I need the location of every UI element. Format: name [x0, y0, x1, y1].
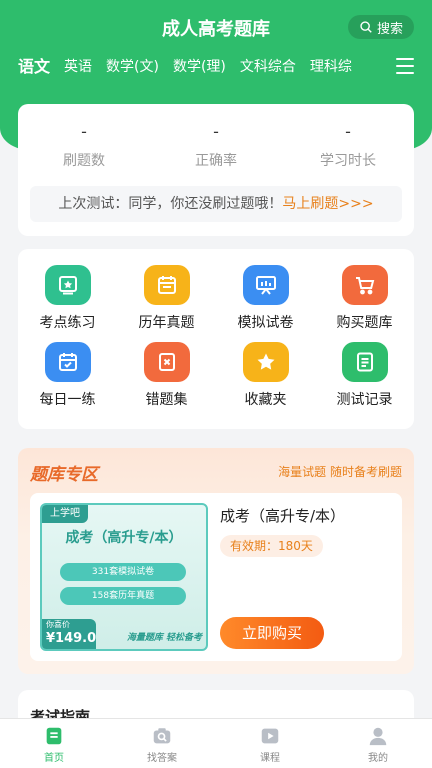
grid-label: 每日一练 [39, 392, 96, 408]
error-box-icon [143, 342, 190, 382]
calendar-check-icon [44, 342, 91, 382]
stat-label: 正确率 [195, 153, 237, 169]
home-icon [46, 727, 62, 745]
stat-questions: - 刷题数 [24, 122, 144, 170]
validity-badge: 有效期：180天 [220, 535, 323, 557]
zone-title: 题库专区 [30, 465, 98, 485]
subject-tabs: 语文 英语 数学(文) 数学(理) 文科综合 理科综 [18, 56, 392, 84]
star-icon [242, 342, 289, 382]
tab-math-science[interactable]: 数学(理) [173, 56, 226, 84]
easel-icon [242, 265, 289, 305]
grid-label: 模拟试卷 [237, 315, 294, 331]
stat-accuracy: - 正确率 [156, 122, 276, 170]
grid-item-past-papers[interactable]: 历年真题 [117, 265, 216, 332]
question-bank-zone: 题库专区 海量试题 随时备考刷题 上学吧 成考（高升专/本） 331套模拟试卷 … [18, 448, 414, 674]
grid-item-daily-practice[interactable]: 每日一练 [18, 342, 117, 409]
search-button[interactable]: 搜索 [348, 15, 414, 39]
calendar-icon [143, 265, 190, 305]
stat-value: - [345, 122, 351, 141]
grid-label: 考点练习 [39, 315, 96, 331]
grid-label: 收藏夹 [244, 392, 287, 408]
grid-label: 错题集 [145, 392, 188, 408]
product-name: 成考（高升专/本） [220, 507, 346, 525]
nav-courses[interactable]: 课程 [216, 719, 324, 768]
search-icon [360, 21, 372, 33]
tab-science-comprehensive[interactable]: 理科综 [310, 56, 352, 84]
grid-item-favorites[interactable]: 收藏夹 [216, 342, 315, 409]
start-practice-link[interactable]: 马上刷题>>> [282, 196, 373, 212]
cover-slogan: 海量题库 轻松备考 [126, 633, 202, 643]
product-card[interactable]: 上学吧 成考（高升专/本） 331套模拟试卷 158套历年真题 你喜价 ¥149… [30, 493, 402, 661]
grid-item-test-records[interactable]: 测试记录 [315, 342, 414, 409]
stat-value: - [213, 122, 219, 141]
cover-pill: 158套历年真题 [60, 587, 186, 605]
feature-grid-card: 考点练习 历年真题 模拟试卷 购买题库 每日一练 错题集 收藏夹 测试记录 [18, 249, 414, 429]
last-test-text: 上次测试：同学，你还没刷过题哦！ [58, 196, 283, 212]
cover-title: 成考（高升专/本） [65, 530, 183, 546]
zone-slogan: 海量试题 随时备考刷题 [278, 465, 402, 479]
stat-value: - [81, 122, 87, 141]
tab-chinese[interactable]: 语文 [18, 56, 50, 84]
bottom-nav: 首页 找答案 课程 我的 [0, 718, 432, 768]
product-cover-image: 上学吧 成考（高升专/本） 331套模拟试卷 158套历年真题 你喜价 ¥149… [40, 503, 208, 651]
cover-pill: 331套模拟试卷 [60, 563, 186, 581]
cover-price-box: 你喜价 ¥149.0 [42, 619, 96, 649]
grid-label: 购买题库 [336, 315, 393, 331]
grid-item-topic-practice[interactable]: 考点练习 [18, 265, 117, 332]
cart-icon [341, 265, 388, 305]
grid-item-mock-exam[interactable]: 模拟试卷 [216, 265, 315, 332]
cover-brand: 上学吧 [42, 505, 88, 523]
stat-label: 刷题数 [63, 153, 105, 169]
video-icon [261, 728, 279, 744]
grid-item-buy-bank[interactable]: 购买题库 [315, 265, 414, 332]
grid-label: 测试记录 [336, 392, 393, 408]
camera-search-icon [153, 728, 171, 744]
stats-card: - 刷题数 - 正确率 - 学习时长 上次测试：同学，你还没刷过题哦！马上刷题>… [18, 104, 414, 236]
nav-label: 我的 [368, 753, 388, 764]
header: 成人高考题库 搜索 [0, 0, 432, 56]
stat-study-time: - 学习时长 [288, 122, 408, 170]
nav-label: 课程 [260, 753, 280, 764]
nav-home[interactable]: 首页 [0, 719, 108, 768]
tab-math-arts[interactable]: 数学(文) [106, 56, 159, 84]
tab-liberal-arts[interactable]: 文科综合 [240, 56, 296, 84]
cover-price: ¥149.0 [46, 631, 97, 646]
document-icon [341, 342, 388, 382]
nav-profile[interactable]: 我的 [324, 719, 432, 768]
nav-find-answer[interactable]: 找答案 [108, 719, 216, 768]
search-label: 搜索 [376, 21, 403, 37]
cover-price-label: 你喜价 [46, 620, 70, 629]
nav-label: 找答案 [147, 753, 177, 764]
user-icon [369, 727, 387, 746]
menu-icon[interactable] [396, 58, 414, 74]
last-test-bar: 上次测试：同学，你还没刷过题哦！马上刷题>>> [30, 186, 402, 222]
grid-label: 历年真题 [138, 315, 195, 331]
grid-item-wrong-questions[interactable]: 错题集 [117, 342, 216, 409]
buy-now-button[interactable]: 立即购买 [220, 617, 324, 649]
stat-label: 学习时长 [320, 153, 376, 169]
tab-english[interactable]: 英语 [64, 56, 92, 84]
star-box-icon [44, 265, 91, 305]
nav-label: 首页 [44, 753, 64, 764]
